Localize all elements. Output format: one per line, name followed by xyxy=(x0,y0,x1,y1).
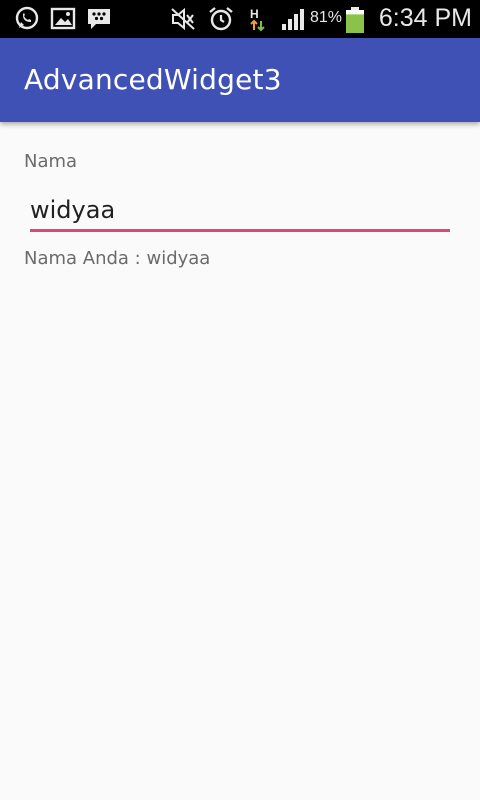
gallery-icon xyxy=(50,6,76,32)
whatsapp-icon xyxy=(14,6,40,32)
svg-text:H: H xyxy=(250,7,259,21)
mute-icon xyxy=(170,6,196,32)
nama-input[interactable] xyxy=(30,190,450,232)
signal-icon xyxy=(280,6,306,32)
status-bar: H 81% 6:34 PM xyxy=(0,0,480,38)
screen: H 81% 6:34 PM AdvancedWidget3 Nama widya… xyxy=(0,0,480,800)
app-title: AdvancedWidget3 xyxy=(24,63,282,96)
bbm-icon xyxy=(86,6,112,32)
battery-percent: 81% xyxy=(310,9,343,26)
data-h-icon: H xyxy=(246,6,272,32)
nama-label: Nama xyxy=(24,151,78,172)
app-bar: AdvancedWidget3 xyxy=(0,38,480,122)
clock: 6:34 PM xyxy=(378,4,472,32)
battery-icon xyxy=(346,7,364,33)
nama-result-text: Nama Anda : widyaa xyxy=(24,248,211,269)
alarm-icon xyxy=(208,6,234,32)
